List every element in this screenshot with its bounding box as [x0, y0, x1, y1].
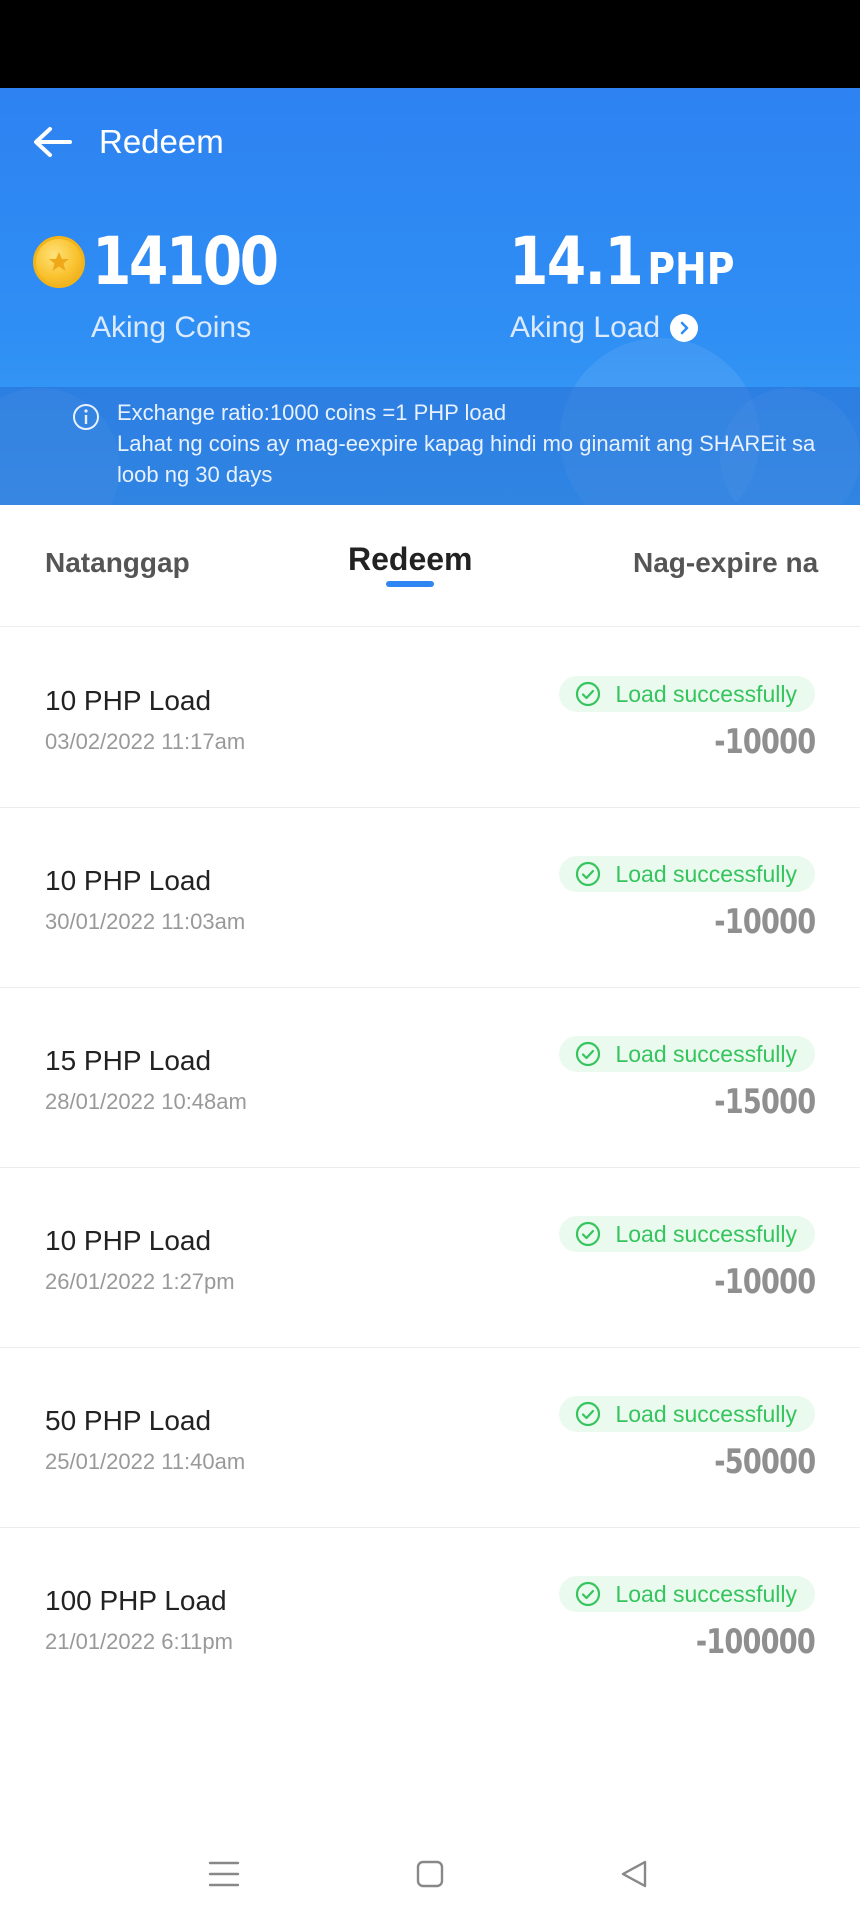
tab-bar: Natanggap Redeem Nag-expire na [0, 505, 860, 627]
tab-redeem[interactable]: Redeem [348, 541, 473, 577]
item-title: 10 PHP Load [45, 685, 212, 716]
menu-icon [208, 1861, 240, 1887]
tab-indicator [386, 581, 434, 587]
list-item[interactable]: 10 PHP Load 03/02/2022 11:17am Load succ… [0, 628, 860, 808]
check-circle-icon [576, 1041, 601, 1067]
info-text: Exchange ratio:1000 coins =1 PHP load La… [117, 400, 816, 487]
item-amount: -50000 [713, 1442, 816, 1482]
status-text: Load successfully [615, 1580, 797, 1607]
header: Redeem 14100 Aking Coins 14.1 PHP Aking L… [0, 88, 860, 505]
check-circle-icon [576, 861, 601, 887]
status-badge: Load successfully [559, 856, 815, 892]
page-title: Redeem [99, 123, 224, 160]
coin-icon [33, 236, 85, 288]
list-item[interactable]: 10 PHP Load 30/01/2022 11:03am Load succ… [0, 808, 860, 988]
status-text: Load successfully [615, 1220, 797, 1247]
item-title: 50 PHP Load [45, 1405, 212, 1436]
load-link[interactable]: Aking Load [510, 310, 699, 346]
item-amount: -10000 [713, 722, 816, 762]
list-item[interactable]: 10 PHP Load 26/01/2022 1:27pm Load succe… [0, 1168, 860, 1348]
item-amount: -10000 [713, 902, 816, 942]
home-square-icon [416, 1860, 444, 1888]
tab-nag-expire-na[interactable]: Nag-expire na [633, 545, 818, 581]
load-amount: 14.1 [509, 223, 644, 300]
item-amount: -15000 [713, 1082, 816, 1122]
item-amount: -100000 [695, 1622, 816, 1662]
item-date: 26/01/2022 1:27pm [45, 1269, 235, 1294]
list-item[interactable]: 50 PHP Load 25/01/2022 11:40am Load succ… [0, 1348, 860, 1528]
item-title: 10 PHP Load [45, 865, 212, 896]
chevron-right-circle-icon [670, 314, 699, 342]
system-nav-bar [0, 1812, 860, 1920]
menu-button[interactable] [204, 1854, 244, 1894]
item-title: 15 PHP Load [45, 1045, 212, 1076]
check-circle-icon [576, 1221, 601, 1247]
item-date: 03/02/2022 11:17am [45, 729, 246, 754]
coins-label: Aking Coins [91, 311, 252, 344]
home-button[interactable] [410, 1854, 450, 1894]
load-value: 14.1 PHP [509, 224, 734, 308]
load-unit: PHP [647, 244, 735, 295]
back-arrow-icon [34, 127, 72, 157]
back-triangle-icon [621, 1860, 647, 1888]
status-text: Load successfully [615, 860, 797, 887]
item-date: 28/01/2022 10:48am [45, 1089, 247, 1114]
check-circle-icon [576, 681, 601, 707]
status-badge: Load successfully [559, 1036, 815, 1072]
back-nav-button[interactable] [614, 1854, 654, 1894]
item-date: 25/01/2022 11:40am [45, 1449, 246, 1474]
list-item[interactable]: 15 PHP Load 28/01/2022 10:48am Load succ… [0, 988, 860, 1168]
item-date: 30/01/2022 11:03am [45, 909, 246, 934]
check-circle-icon [576, 1581, 601, 1607]
load-label: Aking Load [510, 311, 661, 344]
tab-natanggap[interactable]: Natanggap [45, 545, 190, 581]
status-badge: Load successfully [559, 1396, 815, 1432]
status-bar [0, 0, 860, 88]
item-amount: -10000 [713, 1262, 816, 1302]
status-text: Load successfully [615, 680, 797, 707]
item-title: 10 PHP Load [45, 1225, 212, 1256]
info-icon [73, 404, 99, 430]
coins-value: 14100 [92, 223, 279, 300]
status-text: Load successfully [615, 1400, 797, 1427]
item-title: 100 PHP Load [45, 1585, 227, 1616]
info-banner: Exchange ratio:1000 coins =1 PHP load La… [0, 387, 860, 505]
check-circle-icon [576, 1401, 601, 1427]
list-item[interactable]: 100 PHP Load 21/01/2022 6:11pm Load succ… [0, 1528, 860, 1708]
status-badge: Load successfully [559, 676, 815, 712]
transaction-list: 10 PHP Load 03/02/2022 11:17am Load succ… [0, 628, 860, 1708]
status-text: Load successfully [615, 1040, 797, 1067]
item-date: 21/01/2022 6:11pm [45, 1629, 233, 1654]
status-badge: Load successfully [559, 1216, 815, 1252]
back-button[interactable] [28, 118, 76, 166]
status-badge: Load successfully [559, 1576, 815, 1612]
